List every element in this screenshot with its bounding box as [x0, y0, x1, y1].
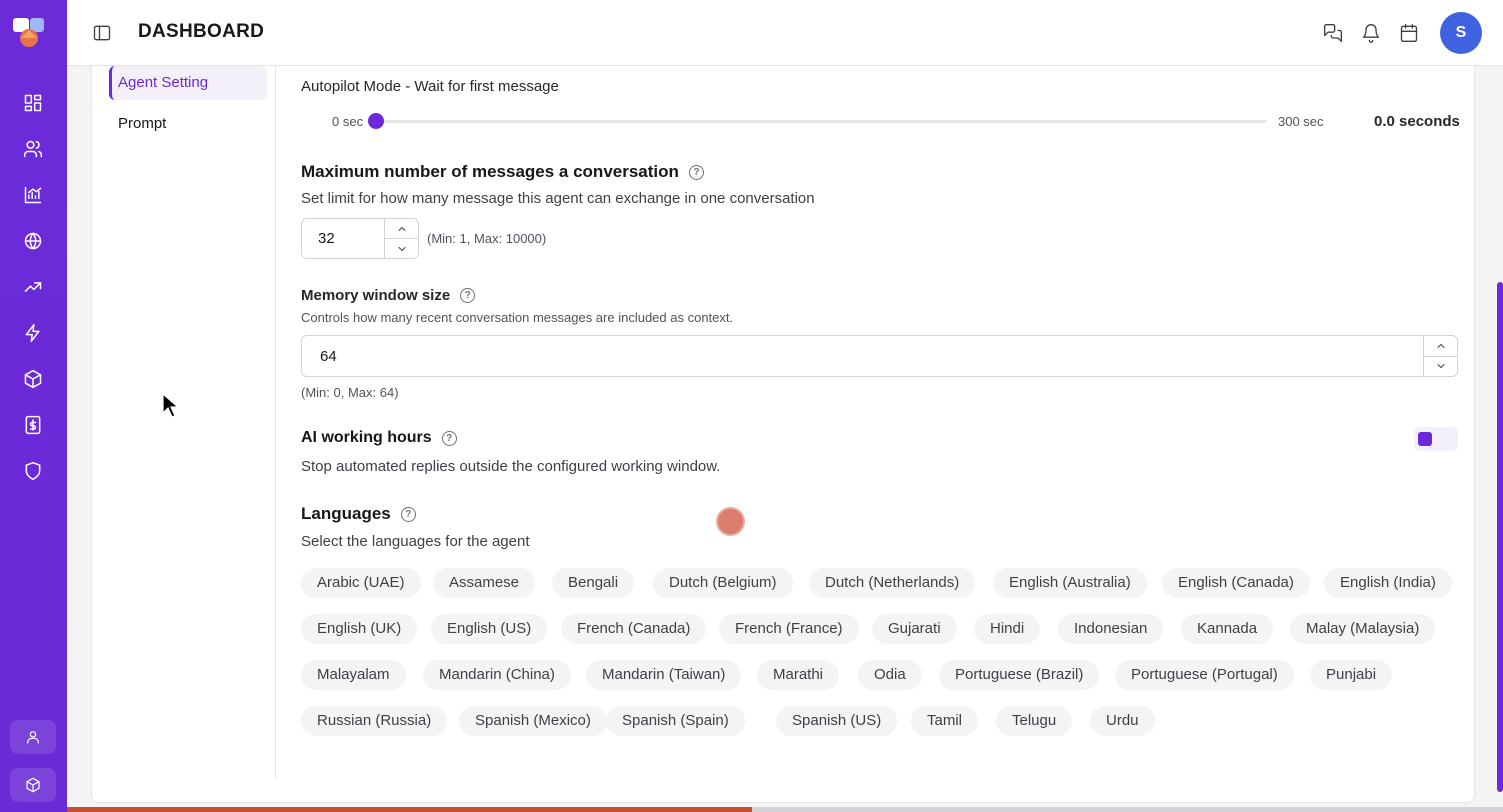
scrollbar[interactable]	[1497, 282, 1503, 792]
language-chip[interactable]: Russian (Russia)	[301, 706, 448, 736]
help-icon[interactable]: ?	[460, 288, 476, 303]
language-chip[interactable]: Spanish (Spain)	[606, 706, 745, 736]
language-chip[interactable]: Mandarin (Taiwan)	[586, 660, 742, 690]
help-icon[interactable]: ?	[441, 430, 457, 446]
max-messages-title: Maximum number of messages a conversatio…	[301, 162, 704, 182]
language-chip[interactable]: French (Canada)	[561, 614, 707, 644]
top-header: DASHBOARD S	[67, 0, 1503, 66]
language-chip[interactable]: English (Canada)	[1162, 568, 1310, 598]
users-icon[interactable]	[21, 137, 45, 161]
help-icon[interactable]: ?	[688, 164, 704, 180]
click-indicator	[716, 507, 745, 536]
language-chip[interactable]: Malay (Malaysia)	[1290, 614, 1436, 644]
autopilot-value: 0.0 seconds	[1374, 113, 1460, 130]
language-chip[interactable]: Hindi	[974, 614, 1041, 644]
language-chip[interactable]: Portuguese (Portugal)	[1115, 660, 1294, 690]
calendar-icon[interactable]	[1399, 23, 1419, 43]
language-chip[interactable]: Punjabi	[1310, 660, 1393, 690]
help-icon[interactable]: ?	[400, 506, 416, 522]
max-messages-stepper[interactable]	[384, 219, 418, 258]
language-chip[interactable]: Portuguese (Brazil)	[939, 660, 1100, 690]
page-progress-bar	[67, 807, 1503, 812]
decrement-icon[interactable]	[1424, 355, 1457, 377]
increment-icon[interactable]	[1424, 336, 1457, 356]
memory-description: Controls how many recent conversation me…	[301, 310, 734, 325]
memory-title-text: Memory window size	[301, 287, 451, 304]
memory-title: Memory window size ?	[301, 287, 476, 304]
languages-description: Select the languages for the agent	[301, 533, 530, 550]
cube-icon	[26, 777, 40, 793]
language-chip[interactable]: Dutch (Netherlands)	[809, 568, 976, 598]
language-chip[interactable]: Bengali	[552, 568, 635, 598]
autopilot-slider-thumb[interactable]	[368, 113, 384, 129]
language-chip[interactable]: Spanish (US)	[776, 706, 898, 736]
trending-icon[interactable]	[21, 275, 45, 299]
language-chip[interactable]: Gujarati	[872, 614, 957, 644]
working-hours-title-text: AI working hours	[301, 429, 432, 446]
languages-title: Languages ?	[301, 504, 416, 524]
cube-button[interactable]	[10, 768, 56, 802]
language-chip[interactable]: French (France)	[719, 614, 859, 644]
billing-icon[interactable]	[21, 413, 45, 437]
bell-icon[interactable]	[1361, 23, 1381, 43]
language-chip[interactable]: Odia	[858, 660, 922, 690]
memory-value: 64	[320, 348, 337, 365]
package-icon[interactable]	[21, 367, 45, 391]
shield-icon[interactable]	[21, 459, 45, 483]
language-chip[interactable]: Indonesian	[1058, 614, 1164, 644]
language-chip[interactable]: Telugu	[996, 706, 1073, 736]
mouse-cursor-icon	[162, 393, 180, 418]
max-messages-hint: (Min: 1, Max: 10000)	[427, 231, 547, 246]
chat-icon[interactable]	[1323, 23, 1343, 43]
user-avatar[interactable]: S	[1440, 12, 1482, 54]
settings-subnav: Agent Setting Prompt	[92, 66, 276, 778]
language-chip[interactable]: Mandarin (China)	[423, 660, 571, 690]
language-chip[interactable]: English (India)	[1324, 568, 1452, 598]
working-hours-toggle[interactable]	[1414, 427, 1458, 451]
language-chip[interactable]: English (Australia)	[993, 568, 1147, 598]
subnav-item-prompt[interactable]: Prompt	[109, 107, 267, 141]
max-messages-input[interactable]: 32	[301, 218, 419, 259]
languages-title-text: Languages	[301, 504, 391, 523]
decrement-icon[interactable]	[385, 238, 418, 258]
slider-max-label: 300 sec	[1278, 114, 1324, 129]
memory-stepper[interactable]	[1423, 336, 1457, 376]
max-messages-value: 32	[318, 230, 335, 247]
language-chip[interactable]: Arabic (UAE)	[301, 568, 421, 598]
language-chip[interactable]: Spanish (Mexico)	[459, 706, 607, 736]
app-logo[interactable]	[13, 16, 45, 48]
lightning-icon[interactable]	[21, 321, 45, 345]
settings-card: Agent Setting Prompt Autopilot Mode - Wa…	[91, 66, 1475, 803]
working-hours-title: AI working hours ?	[301, 429, 457, 447]
analytics-icon[interactable]	[21, 183, 45, 207]
sidebar-toggle-icon[interactable]	[92, 23, 112, 43]
slider-min-label: 0 sec	[332, 114, 364, 129]
autopilot-label: Autopilot Mode - Wait for first message	[301, 78, 559, 95]
max-messages-title-text: Maximum number of messages a conversatio…	[301, 162, 679, 181]
app-sidebar	[0, 0, 67, 812]
language-chip[interactable]: English (US)	[431, 614, 548, 644]
subnav-item-agent-setting[interactable]: Agent Setting	[109, 66, 267, 100]
language-chip[interactable]: Dutch (Belgium)	[653, 568, 793, 598]
language-chip[interactable]: Marathi	[757, 660, 840, 690]
language-chip[interactable]: Malayalam	[301, 660, 406, 690]
language-chip[interactable]: Kannada	[1181, 614, 1274, 644]
profile-button[interactable]	[10, 720, 56, 754]
increment-icon[interactable]	[385, 219, 418, 238]
dashboard-icon[interactable]	[21, 91, 45, 115]
working-hours-description: Stop automated replies outside the confi…	[301, 458, 721, 475]
globe-icon[interactable]	[21, 229, 45, 253]
language-chip[interactable]: English (UK)	[301, 614, 418, 644]
language-chip[interactable]: Urdu	[1090, 706, 1155, 736]
autopilot-slider-track[interactable]	[376, 120, 1266, 123]
memory-hint: (Min: 0, Max: 64)	[301, 385, 399, 400]
profile-icon	[27, 731, 39, 744]
toggle-knob	[1418, 432, 1432, 446]
max-messages-description: Set limit for how many message this agen…	[301, 190, 815, 207]
language-chip[interactable]: Tamil	[911, 706, 979, 736]
page-title: DASHBOARD	[138, 21, 265, 42]
language-chip[interactable]: Assamese	[433, 568, 536, 598]
memory-input[interactable]: 64	[301, 335, 1458, 377]
